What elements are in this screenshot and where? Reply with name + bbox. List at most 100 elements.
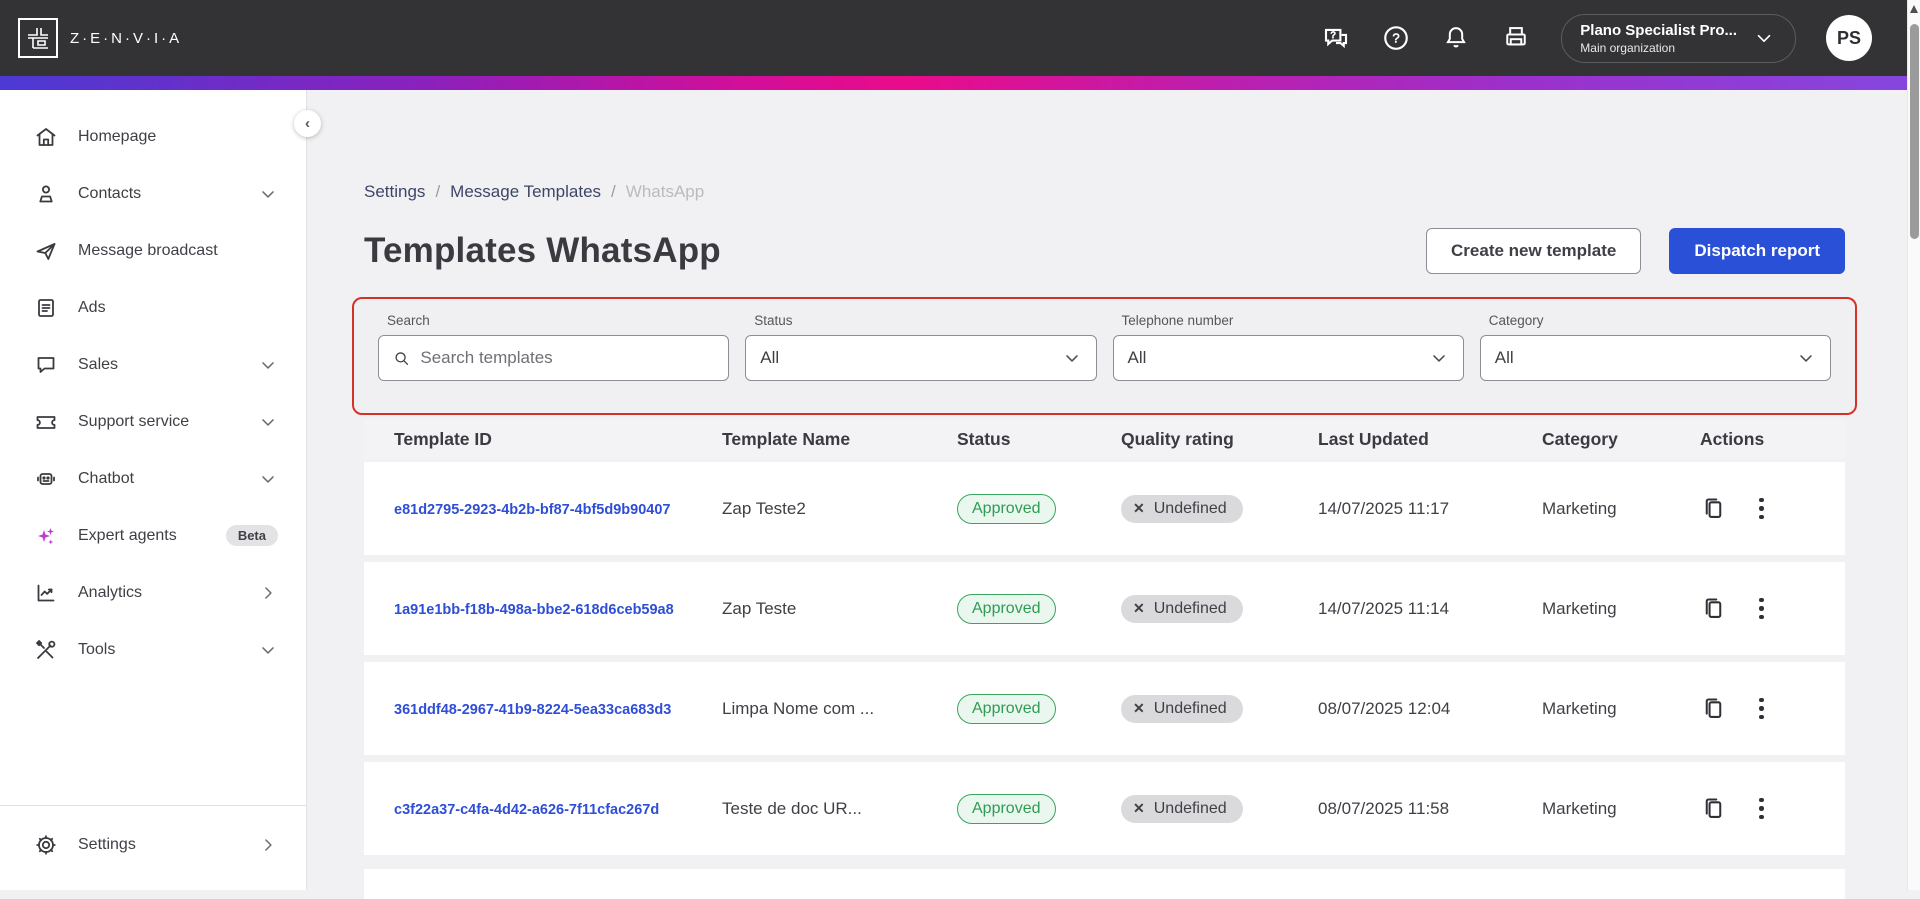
templates-table: Template ID Template Name Status Quality… <box>364 419 1845 899</box>
template-name: Zap Teste2 <box>722 498 806 518</box>
create-new-template-button[interactable]: Create new template <box>1426 228 1642 274</box>
sidebar-item-label: Support service <box>78 412 190 430</box>
telephone-label: Telephone number <box>1121 313 1234 328</box>
copy-icon[interactable] <box>1700 495 1727 522</box>
zenvia-logo-icon <box>18 18 58 58</box>
last-updated: 14/07/2025 11:14 <box>1318 598 1450 618</box>
svg-text:?: ? <box>1331 30 1336 40</box>
sidebar-item-analytics[interactable]: Analytics <box>0 564 306 621</box>
filter-search: Search <box>378 313 730 413</box>
help-icon[interactable]: ? <box>1381 23 1411 53</box>
organization-subtitle: Main organization <box>1580 40 1676 55</box>
table-row: 361ddf48-2967-41b9-8224-5ea33ca683d3 Lim… <box>364 662 1845 755</box>
top-bar: Z·E·N·V·I·A ? ? Plano Specialist Pro... … <box>0 0 1920 76</box>
sidebar-item-expert-agents[interactable]: Expert agents Beta <box>0 507 306 564</box>
chat-bubble-icon <box>37 356 55 373</box>
copy-icon[interactable] <box>1700 695 1727 722</box>
scrollbar-thumb[interactable] <box>1910 24 1919 239</box>
brand-text: Z·E·N·V·I·A <box>70 29 183 47</box>
sidebar-item-tools[interactable]: Tools <box>0 621 306 678</box>
filter-status: Status All <box>745 313 1097 413</box>
template-name: Limpa Nome com ... <box>722 698 875 718</box>
analytics-chart-icon <box>37 584 55 601</box>
filter-telephone: Telephone number All <box>1112 313 1464 413</box>
notifications-bell-icon[interactable] <box>1441 23 1471 53</box>
chevron-right-icon <box>265 839 272 851</box>
template-id-link[interactable]: c3f22a37-c4fa-4d42-a626-7f11cfac267d <box>394 802 659 818</box>
printer-icon[interactable] <box>1501 23 1531 53</box>
kebab-menu-icon[interactable] <box>1753 696 1770 722</box>
breadcrumb-message-templates[interactable]: Message Templates <box>450 182 601 202</box>
header-status: Status <box>957 428 1011 449</box>
sidebar-nav: Homepage Contacts Message broadcast Ads … <box>0 90 307 890</box>
svg-text:?: ? <box>1393 31 1400 46</box>
category: Marketing <box>1542 698 1617 718</box>
quality-rating-badge: ✕ Undefined <box>1121 594 1243 623</box>
sidebar-collapse-button[interactable]: ‹ <box>294 110 321 137</box>
main-content: Settings / Message Templates / WhatsApp … <box>307 90 1907 899</box>
category-label: Category <box>1488 313 1544 328</box>
status-select[interactable]: All <box>745 335 1097 381</box>
chevron-down-icon <box>1433 355 1445 362</box>
chevron-down-icon <box>262 646 274 654</box>
template-name: Zap Teste <box>722 598 797 618</box>
chat-help-icon[interactable]: ? <box>1321 23 1351 53</box>
chevron-down-icon <box>1757 34 1771 43</box>
home-icon <box>36 127 56 146</box>
header-template-id: Template ID <box>394 428 492 449</box>
x-icon: ✕ <box>1133 500 1145 516</box>
category-select[interactable]: All <box>1479 335 1831 381</box>
sidebar-item-label: Expert agents <box>78 526 177 544</box>
search-input[interactable] <box>420 348 715 368</box>
template-id-link[interactable]: 361ddf48-2967-41b9-8224-5ea33ca683d3 <box>394 702 671 718</box>
table-row-partial <box>364 869 1845 899</box>
sidebar-item-settings[interactable]: Settings <box>0 814 306 876</box>
status-selected-value: All <box>760 348 780 367</box>
kebab-menu-icon[interactable] <box>1753 496 1770 522</box>
quality-rating-badge: ✕ Undefined <box>1121 694 1243 723</box>
kebab-menu-icon[interactable] <box>1753 796 1770 822</box>
sidebar-item-contacts[interactable]: Contacts <box>0 165 306 222</box>
breadcrumb-settings[interactable]: Settings <box>364 182 425 202</box>
chevron-down-icon <box>1800 355 1812 362</box>
category: Marketing <box>1542 498 1617 518</box>
template-id-link[interactable]: 1a91e1bb-f18b-498a-bbe2-618d6ceb59a8 <box>394 602 674 618</box>
send-icon <box>36 242 56 260</box>
category-selected-value: All <box>1494 348 1514 367</box>
sidebar-item-sales[interactable]: Sales <box>0 336 306 393</box>
category: Marketing <box>1542 598 1617 618</box>
dispatch-report-button[interactable]: Dispatch report <box>1669 228 1845 274</box>
last-updated: 08/07/2025 11:58 <box>1318 798 1450 818</box>
status-badge: Approved <box>957 593 1056 624</box>
kebab-menu-icon[interactable] <box>1753 596 1770 622</box>
sidebar-item-homepage[interactable]: Homepage <box>0 108 306 165</box>
sidebar-item-ads[interactable]: Ads <box>0 279 306 336</box>
table-header-row: Template ID Template Name Status Quality… <box>364 419 1845 459</box>
zenvia-brand[interactable]: Z·E·N·V·I·A <box>18 18 182 58</box>
quality-rating-badge: ✕ Undefined <box>1121 794 1243 823</box>
breadcrumb-whatsapp: WhatsApp <box>625 182 705 201</box>
vertical-scrollbar[interactable] <box>1907 0 1920 890</box>
copy-icon[interactable] <box>1700 595 1727 622</box>
last-updated: 14/07/2025 11:17 <box>1318 498 1450 518</box>
table-row: 1a91e1bb-f18b-498a-bbe2-618d6ceb59a8 Zap… <box>364 562 1845 655</box>
scrollbar-up-arrow[interactable] <box>1910 5 1918 13</box>
telephone-select[interactable]: All <box>1112 335 1464 381</box>
x-icon: ✕ <box>1133 700 1145 716</box>
sidebar-item-chatbot[interactable]: Chatbot <box>0 450 306 507</box>
sidebar-item-label: Analytics <box>78 583 143 601</box>
sidebar-item-label: Contacts <box>78 184 142 202</box>
status-label: Status <box>754 313 793 328</box>
telephone-selected-value: All <box>1127 348 1147 367</box>
sidebar-item-support-service[interactable]: Support service <box>0 393 306 450</box>
organization-switcher[interactable]: Plano Specialist Pro... Main organizatio… <box>1561 13 1796 63</box>
user-avatar[interactable]: PS <box>1826 15 1872 61</box>
search-label: Search <box>387 313 430 328</box>
header-template-name: Template Name <box>722 428 851 449</box>
copy-icon[interactable] <box>1700 795 1727 822</box>
search-icon <box>395 351 409 365</box>
sidebar-item-message-broadcast[interactable]: Message broadcast <box>0 222 306 279</box>
template-id-link[interactable]: e81d2795-2923-4b2b-bf87-4bf5d9b90407 <box>394 502 670 518</box>
category: Marketing <box>1542 798 1617 818</box>
document-icon <box>38 298 54 317</box>
